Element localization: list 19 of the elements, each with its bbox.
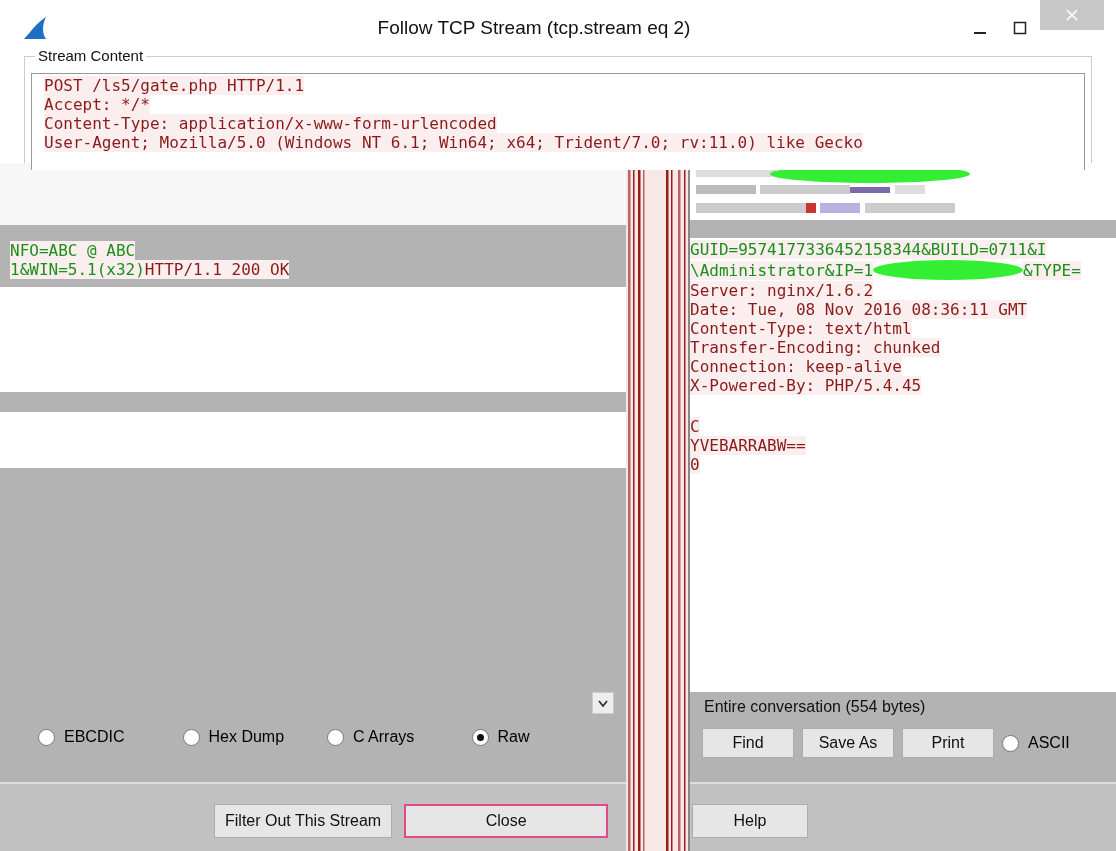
maximize-icon [1013, 21, 1027, 35]
radio-option[interactable]: ASCII [1002, 734, 1070, 752]
help-button[interactable]: Help [692, 804, 808, 838]
action-button[interactable]: Find [702, 728, 794, 758]
close-icon [1066, 9, 1078, 21]
conversation-summary: Entire conversation (554 bytes) [704, 698, 927, 716]
chevron-down-icon [598, 699, 608, 707]
action-button[interactable]: Save As [802, 728, 894, 758]
window-title: Follow TCP Stream (tcp.stream eq 2) [376, 17, 692, 39]
dialog-button[interactable]: Filter Out This Stream [214, 804, 393, 838]
action-button[interactable]: Print [902, 728, 994, 758]
dropdown-button[interactable] [592, 692, 614, 714]
radio-option[interactable]: Raw [471, 728, 616, 746]
shark-fin-icon [22, 15, 48, 41]
radio-option[interactable]: C Arrays [327, 728, 472, 746]
radio-option[interactable]: EBCDIC [38, 728, 183, 746]
dialog-button[interactable]: Close [404, 804, 609, 838]
radio-option[interactable]: Hex Dump [182, 728, 327, 746]
minimize-icon [974, 32, 986, 34]
